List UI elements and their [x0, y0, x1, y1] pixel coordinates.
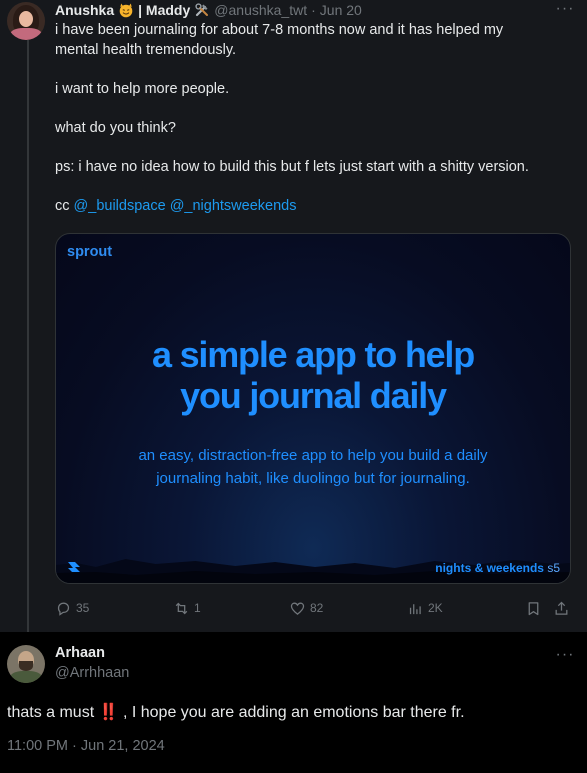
more-icon[interactable]: ··· [555, 647, 575, 666]
avatar[interactable] [7, 645, 45, 683]
tweet-line: i want to help more people. [55, 80, 230, 97]
repost-count: 1 [194, 601, 201, 615]
repost-button[interactable]: 1 [173, 598, 201, 618]
footer-season: s5 [547, 561, 560, 575]
original-tweet[interactable]: Anushka | Maddy @anushka_twt · Jun 20 ··… [0, 0, 587, 632]
reply-text: thats a must ‼️ , I hope you are adding … [7, 704, 465, 721]
card-headline: a simple app to help you journal daily [56, 334, 570, 416]
tweet-line: ps: i have no idea how to build this but… [55, 158, 529, 175]
like-button[interactable]: 82 [289, 598, 323, 618]
mention-buildspace[interactable]: @_buildspace [74, 198, 166, 214]
share-button[interactable] [553, 598, 570, 618]
avatar[interactable] [7, 2, 45, 40]
card-subtitle-line: journaling habit, like duolingo but for … [156, 470, 470, 487]
tweet-actions: 35 1 82 2K [55, 598, 575, 618]
tweet-line: what do you think? [55, 119, 176, 136]
footer-brand: nights & weekends [435, 561, 544, 575]
views-button[interactable]: 2K [407, 598, 443, 618]
tweet-line: mental health tremendously. [55, 41, 237, 58]
card-headline-line: a simple app to help [151, 334, 475, 375]
card-footer: nights & weekends s5 [435, 561, 560, 575]
tweet-text: i have been journaling for about 7-8 mon… [55, 21, 575, 216]
share-icon [555, 601, 568, 615]
mention-nightsweekends[interactable]: @_nightsweekends [170, 198, 297, 214]
cc-line: cc @_buildspace @_nightsweekends [55, 197, 575, 217]
repost-icon [175, 602, 188, 614]
like-count: 82 [310, 601, 324, 615]
card-subtitle: an easy, distraction-free app to help yo… [56, 444, 570, 490]
tweet-line: i have been journaling for about 7-8 mon… [55, 22, 504, 38]
reply-timestamp[interactable]: 11:00 PM · Jun 21, 2024 [7, 738, 165, 754]
card-brand: sprout [67, 244, 113, 260]
reply-count: 35 [76, 601, 90, 615]
reply-icon [57, 602, 70, 616]
separator-dot: · [311, 2, 316, 18]
thread-connector-line [27, 40, 29, 632]
hammer-and-wrench-icon [195, 3, 209, 17]
smiling-devil-emoji-icon [119, 3, 133, 18]
card-headline-line: you journal daily [180, 375, 447, 416]
reply-button[interactable]: 35 [55, 598, 89, 618]
reply-author-handle[interactable]: @Arrhhaan [55, 665, 129, 681]
bookmark-button[interactable] [525, 598, 542, 618]
tweet-date[interactable]: Jun 20 [320, 2, 362, 18]
reply-tweet[interactable]: Arhaan @Arrhhaan ··· thats a must ‼️ , I… [0, 632, 587, 773]
author-name[interactable]: Anushka [55, 2, 114, 18]
tweet-header: Anushka | Maddy @anushka_twt · Jun 20 [55, 1, 362, 19]
cc-prefix: cc [55, 197, 70, 214]
author-name-suffix[interactable]: | Maddy [138, 2, 190, 18]
more-icon[interactable]: ··· [555, 1, 575, 20]
author-handle[interactable]: @anushka_twt [214, 2, 307, 18]
nights-weekends-logo-icon [68, 562, 80, 572]
bookmark-icon [528, 601, 539, 615]
media-image-card[interactable]: sprout a simple app to help you journal … [55, 233, 571, 584]
views-icon [409, 603, 421, 614]
reply-author-name[interactable]: Arhaan [55, 645, 105, 661]
card-subtitle-line: an easy, distraction-free app to help yo… [138, 447, 488, 464]
views-count: 2K [428, 601, 443, 615]
like-icon [290, 602, 305, 615]
